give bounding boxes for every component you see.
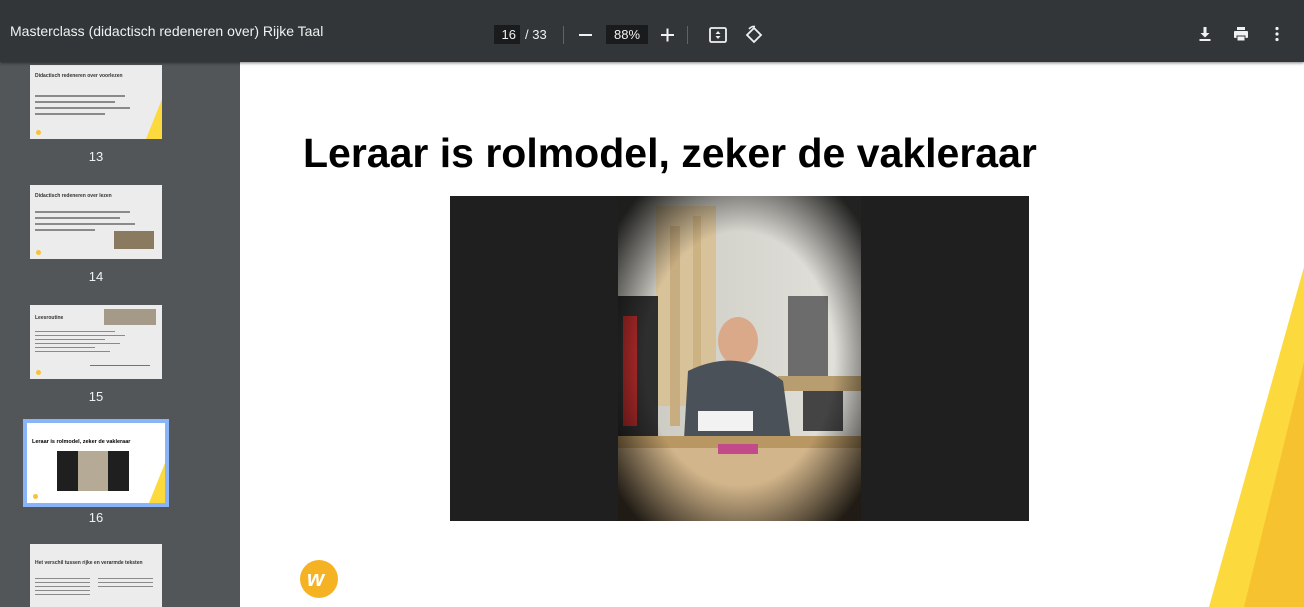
thumbnail-page-16[interactable]: Leraar is rolmodel, zeker de vakleraar [23, 419, 169, 507]
plus-icon[interactable] [660, 26, 676, 49]
thumbnail-text-line [98, 578, 153, 579]
document-title: Masterclass (didactisch redeneren over) … [10, 23, 324, 39]
thumbnail-text-line [35, 582, 90, 583]
thumbnail-image [104, 309, 156, 325]
download-icon[interactable] [1198, 26, 1212, 47]
toolbar-divider [687, 26, 688, 44]
thumbnail-text-line [35, 339, 105, 340]
thumbnail-logo [36, 130, 41, 135]
fit-to-page-icon[interactable] [708, 25, 728, 50]
rotate-icon[interactable] [743, 25, 765, 50]
thumbnail-page-number: 16 [88, 510, 104, 525]
thumbnail-page-number: 15 [88, 389, 104, 404]
thumbnail-text-line [35, 578, 90, 579]
thumbnail-page-number: 14 [88, 269, 104, 284]
thumbnail-text-line [35, 351, 110, 352]
thumbnail-text-line [35, 113, 105, 115]
thumbnail-text-line [35, 594, 90, 595]
thumbnail-title: Het verschil tussen rijke en verarmde te… [35, 560, 143, 566]
thumbnail-title: Didactisch redeneren over lezen [35, 193, 112, 199]
thumbnail-page-14[interactable]: Didactisch redeneren over lezen [30, 185, 162, 259]
thumbnail-logo [36, 250, 41, 255]
thumbnail-title: Leraar is rolmodel, zeker de vakleraar [32, 439, 131, 445]
more-vert-icon[interactable] [1274, 26, 1280, 47]
thumbnail-image [114, 231, 154, 249]
thumbnail-page-number: 13 [88, 149, 104, 164]
thumbnail-page-13[interactable]: Didactisch redeneren over voorlezen [30, 65, 162, 139]
thumbnail-accent [146, 99, 162, 139]
page-number-input[interactable]: 16 [494, 25, 520, 44]
thumbnail-title: Didactisch redeneren over voorlezen [35, 73, 123, 79]
thumbnail-text-line [35, 343, 120, 344]
thumbnail-text-line [35, 223, 135, 225]
thumbnail-text-line [35, 586, 90, 587]
thumbnail-link-line [90, 365, 150, 366]
zoom-level-input[interactable]: 88% [606, 25, 648, 44]
thumbnail-text-line [35, 347, 95, 348]
thumbnail-title: Leesroutine [35, 315, 64, 321]
thumbnail-text-line [35, 101, 115, 103]
thumbnail-image-frame [57, 451, 129, 491]
thumbnail-text-line [35, 331, 115, 332]
slide-photo [618, 196, 861, 521]
toolbar-divider [563, 26, 564, 44]
decorative-yellow-shape [1244, 362, 1304, 607]
minus-icon[interactable] [578, 26, 594, 49]
print-icon[interactable] [1233, 26, 1249, 47]
workshop-photo-illustration [618, 196, 861, 521]
slide-title: Leraar is rolmodel, zeker de vakleraar [303, 130, 1037, 176]
thumbnail-logo [36, 370, 41, 375]
page-total: / 33 [525, 27, 547, 42]
thumbnail-text-line [98, 582, 153, 583]
thumbnail-text-line [35, 590, 90, 591]
thumbnail-accent [149, 463, 165, 503]
thumbnail-page-17[interactable]: Het verschil tussen rijke en verarmde te… [30, 544, 162, 607]
thumbnail-text-line [35, 107, 130, 109]
thumbnail-image [78, 451, 108, 491]
slide-image-frame [450, 196, 1029, 521]
thumbnail-page-15[interactable]: Leesroutine [30, 305, 162, 379]
thumbnail-text-line [35, 335, 125, 336]
thumbnail-text-line [35, 211, 130, 213]
thumbnail-text-line [98, 586, 153, 587]
thumbnail-text-line [35, 229, 95, 231]
thumbnail-text-line [35, 95, 125, 97]
brand-logo-icon: w [300, 560, 338, 598]
pdf-toolbar: Masterclass (didactisch redeneren over) … [0, 0, 1304, 62]
thumbnail-text-line [35, 217, 120, 219]
thumbnail-sidebar[interactable]: Didactisch redeneren over voorlezen 13 D… [0, 62, 240, 607]
thumbnail-logo [33, 494, 38, 499]
document-viewer[interactable]: Leraar is rolmodel, zeker de vakleraar w [240, 62, 1304, 607]
